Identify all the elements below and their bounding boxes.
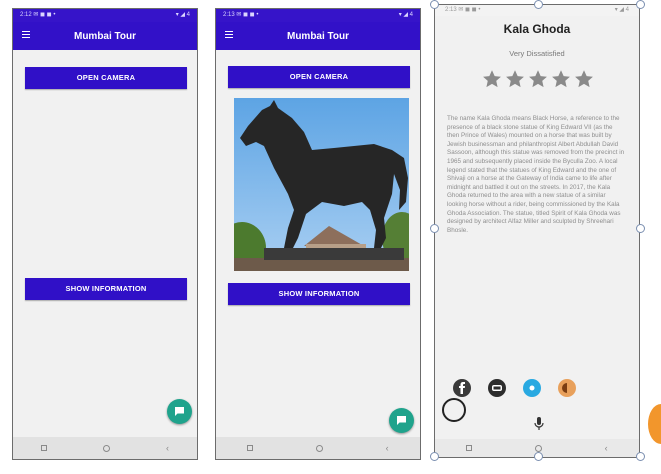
selection-handle[interactable]: [636, 0, 645, 9]
open-camera-button[interactable]: OPEN CAMERA: [228, 66, 410, 88]
star-icon[interactable]: [482, 69, 502, 89]
share-icons: [453, 379, 593, 397]
detail-screen: 2:13 ✉ ◼ ◼ • ▾ ◢ 4 Kala Ghoda Very Dissa…: [434, 4, 640, 458]
app-bar: Mumbai Tour: [216, 22, 420, 50]
chat-fab[interactable]: [389, 408, 414, 433]
chat-fab[interactable]: [167, 399, 192, 424]
github-icon[interactable]: [488, 379, 506, 397]
back-icon[interactable]: ‹: [386, 443, 389, 453]
chat-icon: [175, 407, 184, 416]
facebook-icon[interactable]: [453, 379, 471, 397]
place-description: The name Kala Ghoda means Black Horse, a…: [447, 115, 625, 234]
app-title: Mumbai Tour: [73, 30, 137, 42]
recent-apps-icon[interactable]: [466, 445, 473, 451]
recent-apps-icon[interactable]: [247, 445, 254, 451]
home-icon[interactable]: [534, 444, 542, 452]
camera-result-screen: 2:13 ✉ ◼ ◼ • ▾ ◢ 4 Mumbai Tour OPEN CAME…: [215, 8, 421, 460]
music-icon[interactable]: [558, 379, 576, 397]
back-icon[interactable]: ‹: [166, 443, 169, 453]
home-screen: 2:12 ✉ ◼ ◼ • ▾ ◢ 4 Mumbai Tour OPEN CAME…: [12, 8, 198, 460]
selection-handle[interactable]: [636, 224, 645, 233]
menu-icon[interactable]: [22, 31, 30, 39]
selection-handle[interactable]: [534, 0, 543, 9]
star-icon[interactable]: [574, 69, 594, 89]
selection-handle[interactable]: [430, 224, 439, 233]
nav-bar: ‹: [13, 437, 197, 459]
back-icon[interactable]: ‹: [605, 443, 608, 453]
place-title: Kala Ghoda: [503, 22, 571, 36]
mic-icon[interactable]: [534, 417, 544, 431]
open-camera-button[interactable]: OPEN CAMERA: [25, 67, 187, 89]
chat-icon: [397, 416, 406, 425]
status-right: ▾ ◢ 4: [614, 7, 629, 13]
recent-apps-icon[interactable]: [41, 445, 47, 451]
show-information-button[interactable]: SHOW INFORMATION: [228, 283, 410, 305]
menu-icon[interactable]: [225, 31, 233, 39]
record-button[interactable]: [442, 398, 466, 422]
show-information-button[interactable]: SHOW INFORMATION: [25, 278, 187, 300]
home-icon[interactable]: [103, 444, 110, 452]
nav-bar: ‹: [216, 437, 420, 459]
decorative-shape: [648, 404, 661, 444]
star-icon[interactable]: [551, 69, 571, 89]
status-right: ▾ ◢ 4: [398, 12, 413, 18]
status-right: ▾ ◢ 4: [175, 12, 190, 18]
status-left: 2:13 ✉ ◼ ◼ •: [445, 7, 481, 13]
status-left: 2:12 ✉ ◼ ◼ •: [20, 12, 56, 18]
star-icon[interactable]: [528, 69, 548, 89]
selection-handle[interactable]: [430, 452, 439, 461]
selection-handle[interactable]: [534, 452, 543, 461]
app-title: Mumbai Tour: [286, 30, 350, 42]
star-icon[interactable]: [505, 69, 525, 89]
status-bar: 2:13 ✉ ◼ ◼ • ▾ ◢ 4: [216, 9, 420, 22]
rating-label: Very Dissatisfied: [509, 49, 565, 58]
status-left: 2:13 ✉ ◼ ◼ •: [223, 12, 259, 18]
selection-handle[interactable]: [636, 452, 645, 461]
horse-statue-photo: [234, 98, 409, 271]
rating-bar[interactable]: [482, 69, 597, 89]
status-bar: 2:12 ✉ ◼ ◼ • ▾ ◢ 4: [13, 9, 197, 22]
selection-handle[interactable]: [430, 0, 439, 9]
share-icon[interactable]: [523, 379, 541, 397]
app-bar: Mumbai Tour: [13, 22, 197, 50]
home-icon[interactable]: [315, 444, 323, 452]
